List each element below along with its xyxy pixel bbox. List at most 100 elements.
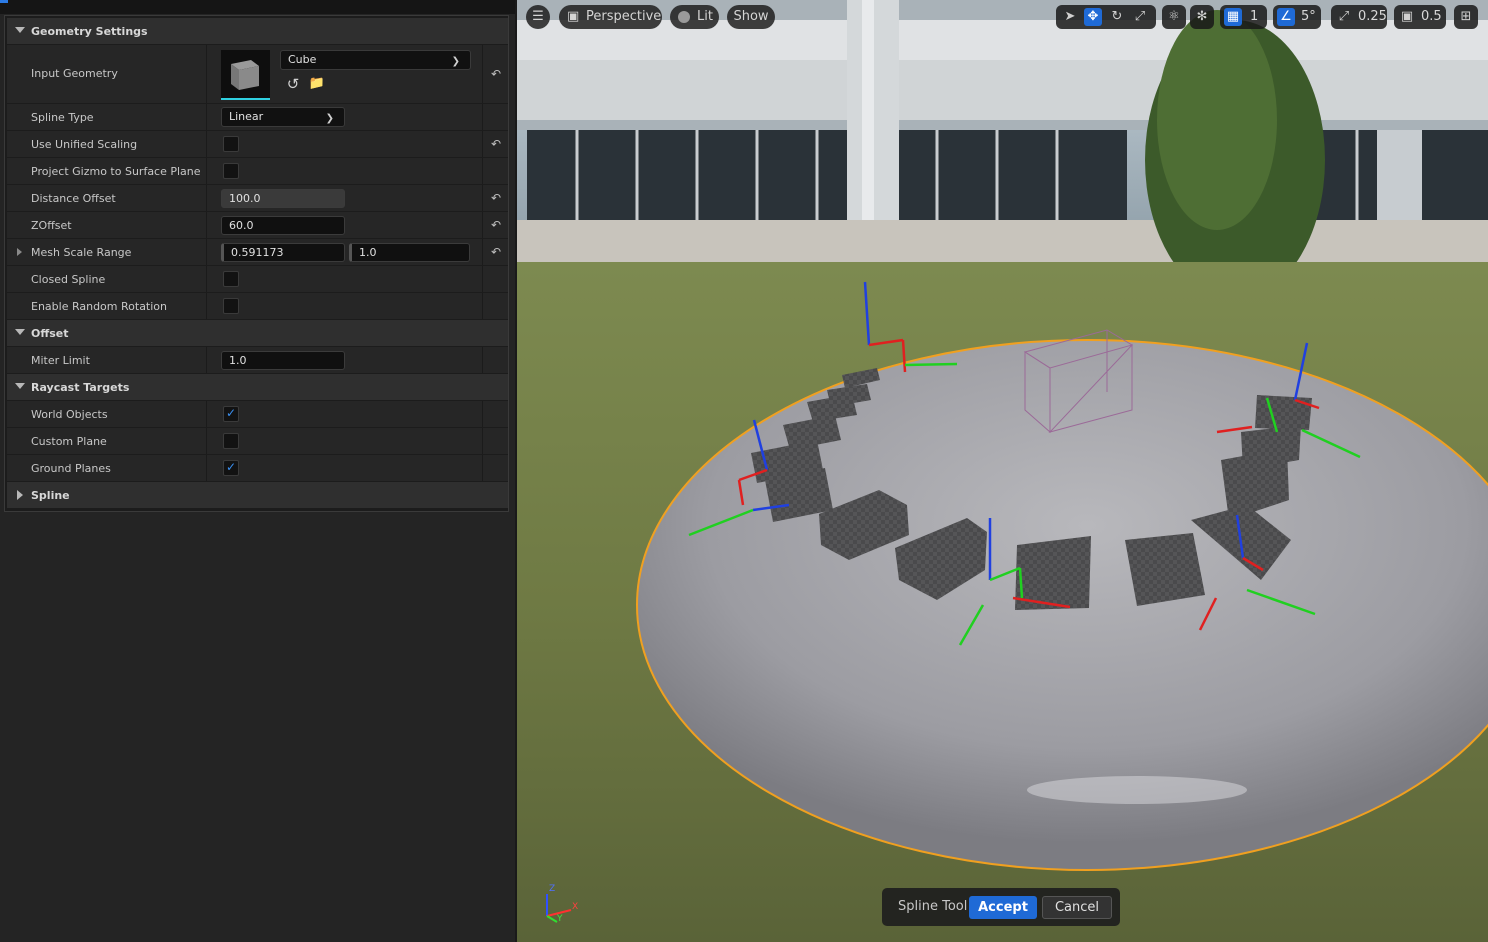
mesh-thumbnail[interactable] <box>221 50 270 100</box>
category-geometry-settings[interactable]: Geometry Settings <box>7 18 508 44</box>
property-name-cell: Use Unified Scaling <box>7 131 207 157</box>
level-viewport[interactable]: ☰ ▣ Perspective Lit Show ➤ ✥ ↻ ⤢ ⚛ ✻ ▦ 1… <box>517 0 1488 942</box>
viewport-menu-button[interactable]: ☰ <box>526 5 550 29</box>
property-name-cell: World Objects <box>7 401 207 427</box>
mesh-scale-max-input[interactable]: 1.0 <box>349 243 470 262</box>
tool-title: Spline Tool <box>898 899 968 914</box>
distance-offset-input[interactable]: 100.0 <box>221 189 345 208</box>
collapse-arrow-icon <box>15 329 25 335</box>
mesh-scale-min-input[interactable]: 0.591173 <box>221 243 345 262</box>
property-input-geometry: Input Geometry Cube ❯ ↺ 📁 ↶ <box>7 45 508 103</box>
property-closed-spline: Closed Spline <box>7 266 508 292</box>
rotation-snap-group[interactable]: ∠ 5° <box>1273 5 1321 29</box>
reset-cell <box>482 104 508 130</box>
scale-icon[interactable]: ⤢ <box>1131 8 1149 26</box>
perspective-label: Perspective <box>586 9 662 24</box>
reset-cell <box>482 455 508 481</box>
project-gizmo-checkbox[interactable] <box>223 163 239 179</box>
spline-type-dropdown[interactable]: Linear ❯ <box>221 107 345 127</box>
property-label: ZOffset <box>31 219 72 232</box>
zoffset-input[interactable]: 60.0 <box>221 216 345 235</box>
reset-to-default-icon[interactable]: ↶ <box>489 245 503 259</box>
property-label: Ground Planes <box>31 462 111 475</box>
property-name-cell: Spline Type <box>7 104 207 130</box>
dropdown-value: Linear <box>229 110 264 123</box>
use-unified-scaling-checkbox[interactable] <box>223 136 239 152</box>
custom-plane-checkbox[interactable] <box>223 433 239 449</box>
camera-speed-group[interactable]: ▣ 0.5 <box>1394 5 1446 29</box>
property-label: Mesh Scale Range <box>31 246 132 259</box>
lit-label: Lit <box>697 9 713 24</box>
tab-accent <box>0 0 8 3</box>
surface-snap-icon: ✻ <box>1196 9 1208 24</box>
reset-to-default-icon[interactable]: ↶ <box>489 137 503 151</box>
reset-cell <box>482 401 508 427</box>
grid-snap-value: 1 <box>1250 9 1259 24</box>
hamburger-icon: ☰ <box>532 9 544 24</box>
property-name-cell: Input Geometry <box>7 45 207 103</box>
view-mode-button[interactable]: Lit <box>670 5 719 29</box>
collapse-arrow-icon <box>15 27 25 33</box>
category-offset[interactable]: Offset <box>7 320 508 346</box>
property-zoffset: ZOffset 60.0 ↶ <box>7 212 508 238</box>
axis-y-label: Y <box>557 914 563 924</box>
reset-cell <box>482 293 508 319</box>
reset-cell: ↶ <box>482 212 508 238</box>
property-miter-limit: Miter Limit 1.0 <box>7 347 508 373</box>
property-custom-plane: Custom Plane <box>7 428 508 454</box>
reset-to-default-icon[interactable]: ↶ <box>489 67 503 81</box>
property-random-rotation: Enable Random Rotation <box>7 293 508 319</box>
reset-cell <box>482 428 508 454</box>
lit-sphere-icon <box>678 11 690 23</box>
camera-speed-value: 0.5 <box>1421 9 1442 24</box>
reset-cell: ↶ <box>482 131 508 157</box>
expand-arrow-icon[interactable] <box>17 248 22 256</box>
property-name-cell: Enable Random Rotation <box>7 293 207 319</box>
category-spline[interactable]: Spline <box>7 482 508 508</box>
property-name-cell: Project Gizmo to Surface Plane <box>7 158 207 184</box>
scale-snap-group[interactable]: ⤢ 0.25 <box>1331 5 1387 29</box>
world-objects-checkbox[interactable]: ✓ <box>223 406 239 422</box>
property-label: Custom Plane <box>31 435 107 448</box>
property-label: Miter Limit <box>31 354 90 367</box>
select-icon[interactable]: ➤ <box>1061 8 1079 26</box>
ground-planes-checkbox[interactable]: ✓ <box>223 460 239 476</box>
reset-cell <box>482 266 508 292</box>
reset-to-default-icon[interactable]: ↶ <box>489 218 503 232</box>
category-raycast-targets[interactable]: Raycast Targets <box>7 374 508 400</box>
accept-button[interactable]: Accept <box>969 896 1037 919</box>
property-label: Distance Offset <box>31 192 116 205</box>
grid-snap-group[interactable]: ▦ 1 <box>1220 5 1267 29</box>
closed-spline-checkbox[interactable] <box>223 271 239 287</box>
random-rotation-checkbox[interactable] <box>223 298 239 314</box>
cancel-button[interactable]: Cancel <box>1042 896 1112 919</box>
property-name-cell: Closed Spline <box>7 266 207 292</box>
show-button[interactable]: Show <box>727 5 775 29</box>
reset-cell <box>482 158 508 184</box>
perspective-button[interactable]: ▣ Perspective <box>559 5 662 29</box>
surface-snap-button[interactable]: ✻ <box>1190 5 1214 29</box>
axis-z-label: Z <box>549 884 556 894</box>
property-distance-offset: Distance Offset 100.0 ↶ <box>7 185 508 211</box>
property-world-objects: World Objects ✓ <box>7 401 508 427</box>
rotate-icon[interactable]: ↻ <box>1108 8 1126 26</box>
reset-to-default-icon[interactable]: ↶ <box>489 191 503 205</box>
input-geometry-dropdown[interactable]: Cube ❯ <box>280 50 471 70</box>
property-label: Input Geometry <box>31 67 118 80</box>
miter-limit-input[interactable]: 1.0 <box>221 351 345 370</box>
layout-button[interactable]: ⊞ <box>1454 5 1478 29</box>
property-name-cell: Mesh Scale Range <box>7 239 207 265</box>
property-mesh-scale-range: Mesh Scale Range 0.591173 1.0 ↶ <box>7 239 508 265</box>
translate-icon[interactable]: ✥ <box>1084 8 1102 26</box>
property-use-unified-scaling: Use Unified Scaling ↶ <box>7 131 508 157</box>
coordinate-system-button[interactable]: ⚛ <box>1162 5 1186 29</box>
world-axes-icon: ⚛ <box>1168 9 1180 24</box>
expand-arrow-icon <box>17 490 23 500</box>
property-name-cell: Distance Offset <box>7 185 207 211</box>
cube-thumbnail-icon <box>231 60 259 90</box>
chevron-down-icon: ❯ <box>325 113 334 124</box>
property-name-cell: ZOffset <box>7 212 207 238</box>
property-name-cell: Custom Plane <box>7 428 207 454</box>
browse-asset-icon[interactable]: 📁 <box>308 75 326 93</box>
use-selected-asset-icon[interactable]: ↺ <box>284 75 302 93</box>
